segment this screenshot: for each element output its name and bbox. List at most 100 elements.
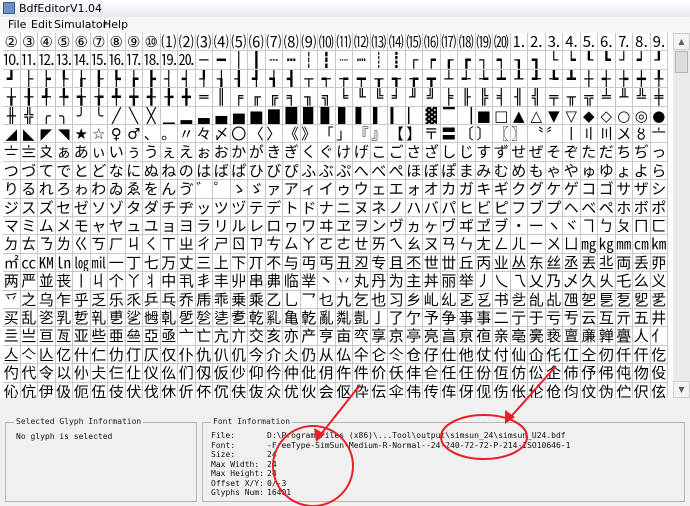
glyph-cell[interactable]: ▇ <box>265 106 283 125</box>
glyph-cell[interactable]: 〉 <box>265 125 283 144</box>
glyph-cell[interactable]: 亝 <box>125 327 143 346</box>
glyph-cell[interactable]: ㄦ <box>510 235 528 254</box>
glyph-cell[interactable]: 亾 <box>38 345 56 365</box>
glyph-cell[interactable]: 亰 <box>458 327 476 346</box>
glyph-cell[interactable]: 乂 <box>528 272 546 291</box>
glyph-cell[interactable]: 乫 <box>580 290 598 309</box>
glyph-cell[interactable]: 乘 <box>248 290 266 309</box>
glyph-cell[interactable]: 乸 <box>143 309 161 328</box>
glyph-cell[interactable]: 仙 <box>510 345 528 365</box>
glyph-cell[interactable]: す <box>475 143 493 162</box>
glyph-cell[interactable]: ご <box>388 143 406 162</box>
glyph-cell[interactable]: 亵 <box>545 327 563 346</box>
glyph-cell[interactable]: ╂ <box>20 88 38 107</box>
glyph-cell[interactable]: 丼 <box>423 272 441 291</box>
glyph-cell[interactable]: ┊ <box>370 51 388 70</box>
glyph-cell[interactable]: ╉ <box>143 88 161 107</box>
glyph-cell[interactable]: ㄆ <box>615 217 633 236</box>
glyph-cell[interactable]: 仚 <box>528 345 546 365</box>
glyph-cell[interactable]: ら <box>650 161 668 181</box>
glyph-cell[interactable]: ▉ <box>300 106 318 125</box>
glyph-cell[interactable]: ┆ <box>300 51 318 70</box>
glyph-cell[interactable]: 亟 <box>160 327 178 346</box>
glyph-cell[interactable]: 串 <box>248 272 266 291</box>
glyph-cell[interactable]: ヴ <box>388 217 406 236</box>
glyph-cell[interactable]: ⑽ <box>318 33 336 52</box>
glyph-cell[interactable]: ⒏ <box>633 33 651 52</box>
glyph-cell[interactable]: ガ <box>458 180 476 199</box>
glyph-cell[interactable]: 亦 <box>283 327 301 346</box>
glyph-cell[interactable]: ┷ <box>493 69 511 89</box>
glyph-cell[interactable]: 与 <box>283 253 301 273</box>
glyph-cell[interactable]: 乜 <box>318 290 336 309</box>
glyph-cell[interactable]: 仜 <box>563 345 581 365</box>
glyph-cell[interactable]: ヅ <box>230 198 248 217</box>
glyph-cell[interactable]: 丝 <box>545 253 563 273</box>
glyph-cell[interactable]: 交 <box>248 327 266 346</box>
glyph-cell[interactable]: ミ <box>20 217 38 236</box>
glyph-cell[interactable]: 伅 <box>615 364 633 383</box>
glyph-cell[interactable]: 乶 <box>108 309 126 328</box>
glyph-cell[interactable]: 一 <box>108 253 126 273</box>
glyph-cell[interactable]: 二 <box>493 309 511 328</box>
glyph-cell[interactable]: ┴ <box>440 69 458 89</box>
glyph-cell[interactable]: ゐ <box>108 180 126 199</box>
glyph-cell[interactable]: 亏 <box>545 309 563 328</box>
glyph-cell[interactable]: ┒ <box>510 51 528 70</box>
glyph-cell[interactable]: 伀 <box>528 364 546 383</box>
glyph-cell[interactable]: ザ <box>633 180 651 199</box>
glyph-cell[interactable]: 乃 <box>545 272 563 291</box>
glyph-cell[interactable]: ベ <box>580 198 598 217</box>
glyph-cell[interactable]: 乤 <box>458 290 476 309</box>
glyph-cell[interactable]: ㄣ <box>458 235 476 254</box>
glyph-cell[interactable]: 丛 <box>510 253 528 273</box>
glyph-cell[interactable]: ㄉ <box>3 235 21 254</box>
glyph-cell[interactable]: 仹 <box>405 364 423 383</box>
glyph-cell[interactable]: ○ <box>615 106 633 125</box>
glyph-cell[interactable]: 予 <box>423 309 441 328</box>
glyph-cell[interactable]: せ <box>510 143 528 162</box>
glyph-cell[interactable]: 仦 <box>73 364 91 383</box>
glyph-cell[interactable]: ╊ <box>160 88 178 107</box>
glyph-cell[interactable]: ・ <box>510 217 528 236</box>
glyph-cell[interactable]: 亳 <box>510 327 528 346</box>
glyph-cell[interactable]: 买 <box>3 309 21 328</box>
glyph-cell[interactable]: 仔 <box>423 345 441 365</box>
glyph-cell[interactable]: ぉ <box>195 143 213 162</box>
glyph-cell[interactable]: ⒌ <box>580 33 598 52</box>
glyph-cell[interactable]: れ <box>38 180 56 199</box>
glyph-cell[interactable]: ェ <box>370 180 388 199</box>
glyph-cell[interactable]: 为 <box>388 272 406 291</box>
glyph-cell[interactable]: み <box>475 161 493 181</box>
glyph-cell[interactable]: 亮 <box>423 327 441 346</box>
glyph-cell[interactable]: 乏 <box>90 290 108 309</box>
glyph-cell[interactable]: 仇 <box>195 345 213 365</box>
glyph-cell[interactable]: 之 <box>20 290 38 309</box>
glyph-cell[interactable]: 丟 <box>580 253 598 273</box>
glyph-cell[interactable]: 仯 <box>230 364 248 383</box>
glyph-cell[interactable]: ╠ <box>475 88 493 107</box>
glyph-cell[interactable]: 下 <box>230 253 248 273</box>
glyph-cell[interactable]: ヨ <box>178 217 196 236</box>
glyph-cell[interactable]: ╯ <box>73 106 91 125</box>
glyph-cell[interactable]: 仨 <box>108 364 126 383</box>
glyph-cell[interactable]: █ <box>283 106 301 125</box>
glyph-cell[interactable]: 乑 <box>125 290 143 309</box>
glyph-cell[interactable]: ホ <box>615 198 633 217</box>
glyph-cell[interactable]: ㄜ <box>335 235 353 254</box>
glyph-cell[interactable]: ⒐ <box>650 33 668 52</box>
glyph-cell[interactable]: ┤ <box>160 69 178 89</box>
glyph-cell[interactable]: ╚ <box>370 88 388 107</box>
glyph-cell[interactable]: ゛ <box>195 180 213 199</box>
glyph-cell[interactable]: 乎 <box>73 290 91 309</box>
glyph-cell[interactable]: ゥ <box>335 180 353 199</box>
glyph-cell[interactable]: ほ <box>405 161 423 181</box>
glyph-cell[interactable]: 々 <box>195 125 213 144</box>
glyph-cell[interactable]: ╪ <box>650 88 668 107</box>
glyph-cell[interactable]: 丣 <box>650 253 668 273</box>
glyph-cell[interactable]: 仞 <box>598 345 616 365</box>
glyph-cell[interactable]: 丗 <box>440 253 458 273</box>
glyph-cell[interactable]: 】 <box>405 125 423 144</box>
glyph-cell[interactable]: ⒑ <box>3 51 21 70</box>
glyph-cell[interactable]: ヒ <box>458 198 476 217</box>
